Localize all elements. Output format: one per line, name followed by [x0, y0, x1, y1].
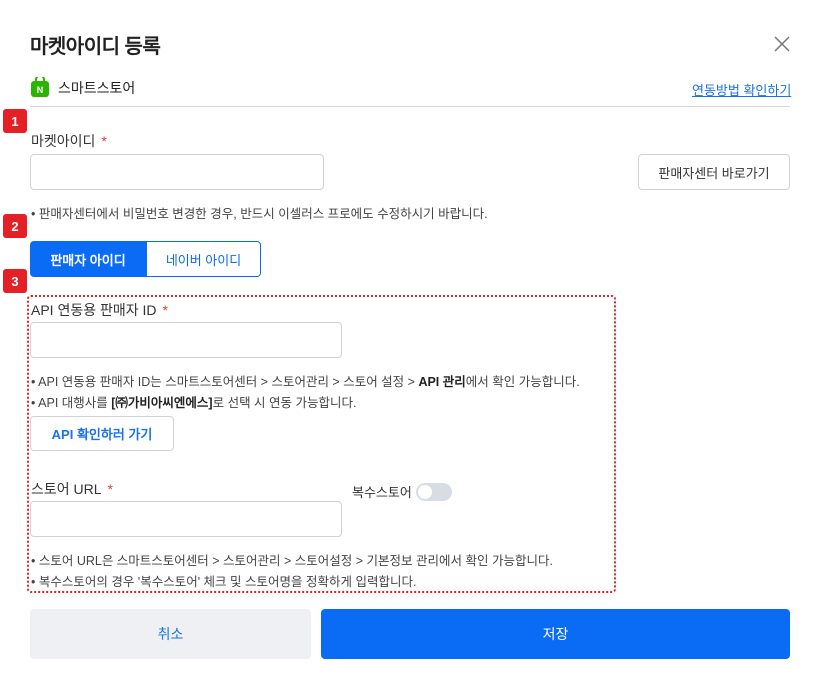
store-url-input[interactable]: [30, 501, 342, 537]
store-name: 스마트스토어: [58, 80, 136, 96]
integration-guide-link[interactable]: 연동방법 확인하기: [692, 80, 791, 99]
api-seller-id-input[interactable]: [30, 322, 342, 358]
api-note-2-suffix: 로 선택 시 연동 가능합니다.: [212, 396, 357, 410]
required-mark: *: [162, 302, 168, 318]
step-badge-2: 2: [3, 214, 27, 238]
api-note-1: • API 연동용 판매자 ID는 스마트스토어센터 > 스토어관리 > 스토어…: [31, 375, 580, 389]
store-url-note-1-text: 스토어 URL은 스마트스토어센터 > 스토어관리 > 스토어설정 > 기본정보…: [38, 554, 553, 568]
api-note-2-prefix: API 대행사를: [38, 396, 112, 410]
store-url-note-2: • 복수스토어의 경우 '복수스토어' 체크 및 스토어명을 정확하게 입력합니…: [31, 575, 417, 589]
required-mark: *: [107, 481, 113, 497]
step-badge-1: 1: [3, 109, 27, 133]
market-id-label: 마켓아이디 *: [31, 131, 107, 151]
header-divider: [30, 106, 790, 107]
market-id-note: • 판매자센터에서 비밀번호 변경한 경우, 반드시 이셀러스 프로에도 수정하…: [31, 207, 488, 221]
naver-smartstore-logo: N: [31, 77, 49, 97]
dialog-title: 마켓아이디 등록: [30, 36, 161, 58]
api-check-button[interactable]: API 확인하러 가기: [30, 416, 174, 451]
market-id-note-text: 판매자센터에서 비밀번호 변경한 경우, 반드시 이셀러스 프로에도 수정하시기…: [38, 207, 488, 221]
cancel-button[interactable]: 취소: [30, 609, 311, 659]
store-url-note-2-text: 복수스토어의 경우 '복수스토어' 체크 및 스토어명을 정확하게 입력합니다.: [38, 575, 417, 589]
api-note-2: • API 대행사를 [㈜가비아씨엔에스]로 선택 시 연동 가능합니다.: [31, 396, 357, 410]
save-button[interactable]: 저장: [321, 609, 790, 659]
store-url-note-1: • 스토어 URL은 스마트스토어센터 > 스토어관리 > 스토어설정 > 기본…: [31, 554, 553, 568]
step-badge-3: 3: [3, 269, 27, 293]
close-icon[interactable]: [772, 34, 792, 54]
api-note-2-bold: [㈜가비아씨엔에스]: [111, 396, 213, 410]
api-note-1-suffix: 에서 확인 가능합니다.: [465, 375, 580, 389]
api-note-1-prefix: API 연동용 판매자 ID는 스마트스토어센터 > 스토어관리 > 스토어 설…: [38, 375, 419, 389]
toggle-knob: [418, 485, 432, 499]
required-mark: *: [101, 133, 107, 149]
store-url-label-text: 스토어 URL: [31, 481, 102, 497]
market-id-label-text: 마켓아이디: [31, 133, 96, 149]
multi-store-label: 복수스토어: [352, 485, 412, 500]
api-id-label: API 연동용 판매자 ID *: [31, 300, 168, 320]
seller-center-button[interactable]: 판매자센터 바로가기: [638, 154, 790, 190]
svg-text:N: N: [37, 85, 44, 95]
tab-naver-id[interactable]: 네이버 아이디: [146, 241, 261, 277]
store-url-label: 스토어 URL *: [31, 479, 113, 499]
api-note-1-bold: API 관리: [418, 375, 466, 389]
tab-seller-id[interactable]: 판매자 아이디: [30, 241, 146, 277]
market-id-input[interactable]: [30, 154, 324, 190]
api-id-label-text: API 연동용 판매자 ID: [31, 302, 157, 318]
